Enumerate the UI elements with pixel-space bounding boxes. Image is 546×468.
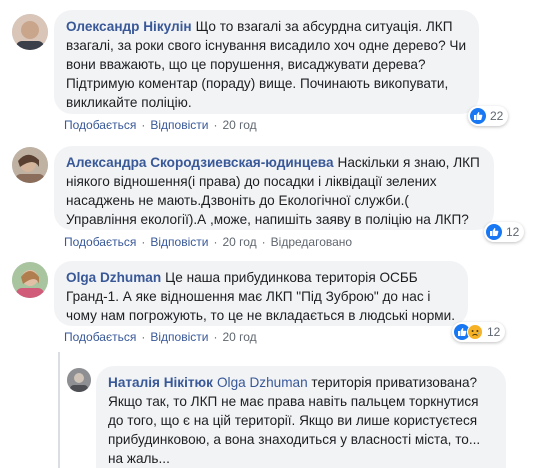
reaction-count: 12 xyxy=(487,325,501,339)
avatar[interactable] xyxy=(12,262,48,298)
timestamp[interactable]: 20 год xyxy=(222,118,256,132)
reply-link[interactable]: Відповісти xyxy=(150,118,208,132)
reaction-count: 22 xyxy=(490,109,504,123)
mention-link[interactable]: Olga Dzhuman xyxy=(217,375,308,390)
comment-author[interactable]: Olga Dzhuman xyxy=(66,270,161,285)
comment-bubble: Olga Dzhuman Це наша прибудинкова територ… xyxy=(54,261,468,326)
reaction-summary[interactable]: 12 xyxy=(452,322,506,342)
avatar[interactable] xyxy=(12,147,48,183)
avatar[interactable] xyxy=(12,14,48,50)
reaction-count: 12 xyxy=(506,225,520,239)
reaction-summary[interactable]: 22 xyxy=(468,106,509,126)
like-icon xyxy=(486,224,502,240)
comment-author[interactable]: Александра Скородзиевская-юдинцева xyxy=(66,155,334,170)
like-icon xyxy=(470,108,486,124)
comment-text-tail: на жаль... xyxy=(108,451,170,466)
comment-author[interactable]: Олександр Нікулін xyxy=(66,19,192,34)
comment-actions: Подобається · Відповісти · 20 год xyxy=(64,118,257,132)
like-link[interactable]: Подобається xyxy=(64,330,136,344)
comment-bubble: Александра Скородзиевская-юдинцева Наскіл… xyxy=(54,146,494,230)
comment-actions: Подобається · Відповісти · 20 год xyxy=(64,330,257,344)
reaction-summary[interactable]: 12 xyxy=(484,222,525,242)
like-link[interactable]: Подобається xyxy=(64,118,136,132)
timestamp[interactable]: 20 год xyxy=(222,330,256,344)
avatar[interactable] xyxy=(67,368,91,392)
reply-thread-line xyxy=(58,352,60,468)
reply-link[interactable]: Відповісти xyxy=(150,235,208,249)
like-link[interactable]: Подобається xyxy=(64,235,136,249)
comment-actions: Подобається · Відповісти · 20 год · Відредагов… xyxy=(64,235,353,249)
edited-label[interactable]: Відредаговано xyxy=(271,235,352,249)
comment-author[interactable]: Наталія Нікітюк xyxy=(108,375,213,390)
timestamp[interactable]: 20 год xyxy=(222,235,256,249)
sad-icon xyxy=(467,324,483,340)
comment-bubble: Олександр Нікулін Що то взагалі за абсурд… xyxy=(54,10,479,114)
reply-link[interactable]: Відповісти xyxy=(150,330,208,344)
comment-bubble: Наталія Нікітюк Olga Dzhuman територія пр… xyxy=(96,366,506,468)
